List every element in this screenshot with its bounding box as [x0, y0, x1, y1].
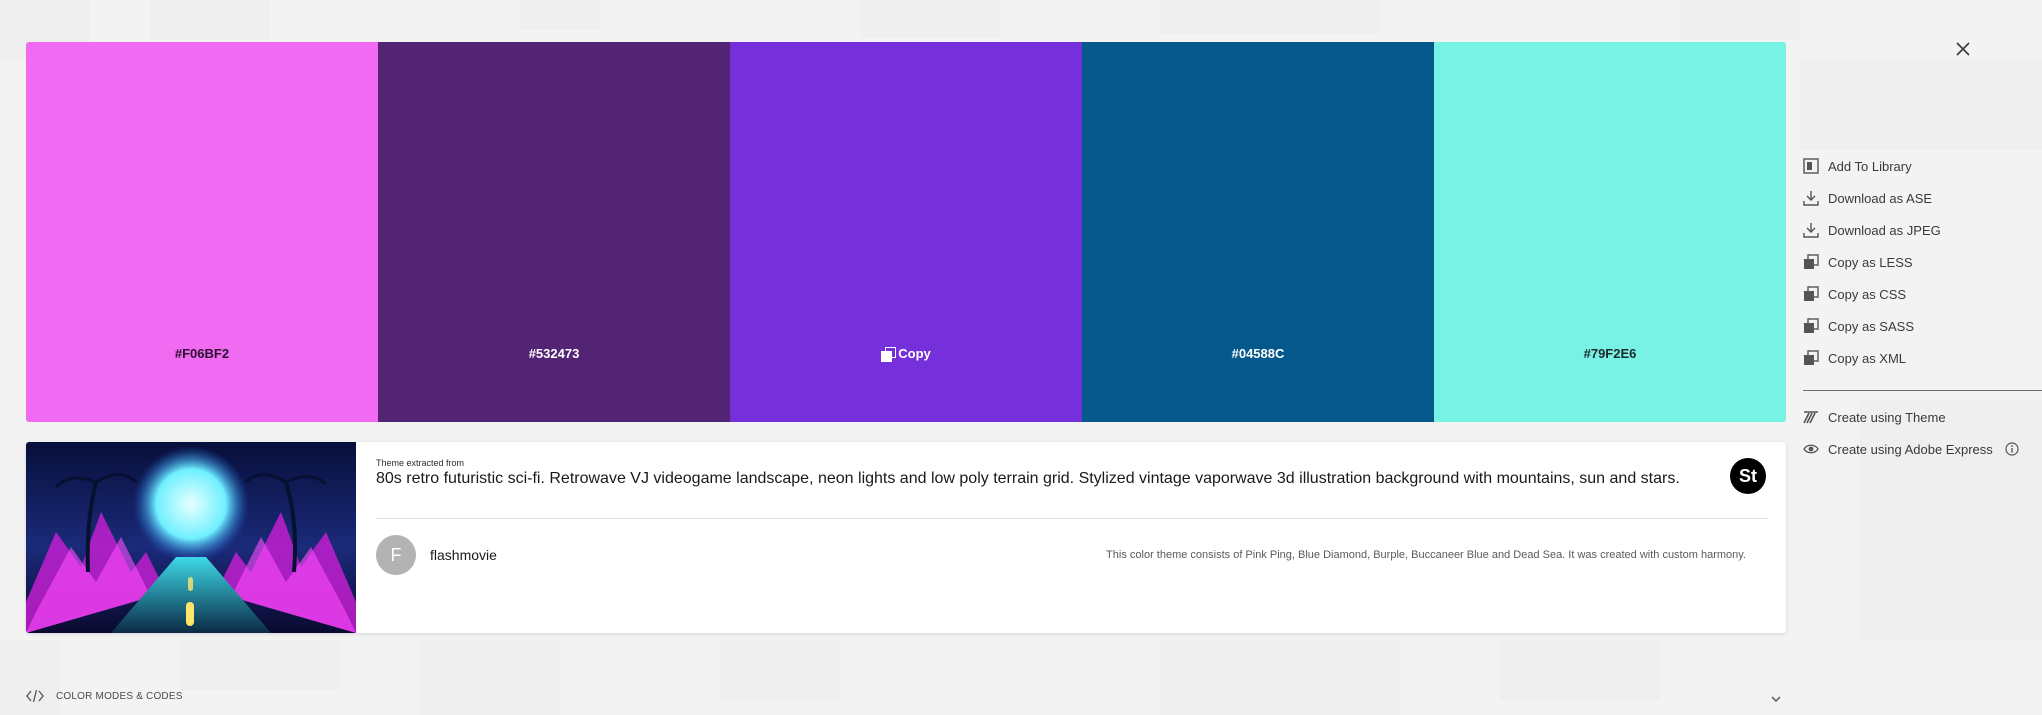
action-label: Copy as XML — [1828, 350, 1907, 366]
extracted-from-label: Theme extracted from — [376, 458, 465, 468]
actions-divider — [1803, 390, 2042, 391]
copy-icon — [1804, 254, 1819, 269]
adobe-stock-badge[interactable]: St — [1730, 458, 1766, 494]
action-label: Copy as LESS — [1828, 254, 1913, 270]
download-jpeg-button[interactable]: Download as JPEG — [1803, 214, 2042, 246]
copy-xml-button[interactable]: Copy as XML — [1803, 342, 2042, 374]
create-using-adobe-express-button[interactable]: Create using Adobe Express — [1803, 433, 2042, 465]
theme-source-card: Theme extracted from 80s retro futuristi… — [26, 442, 1786, 633]
swatch-2[interactable]: #532473 — [378, 42, 730, 422]
copy-sass-button[interactable]: Copy as SASS — [1803, 310, 2042, 342]
swatch-3[interactable]: Copy — [730, 42, 1082, 422]
copy-css-button[interactable]: Copy as CSS — [1803, 278, 2042, 310]
swatch-hex-label: #F06BF2 — [174, 346, 230, 361]
create-using-theme-button[interactable]: Create using Theme — [1803, 401, 2042, 433]
swatch-4[interactable]: #04588C — [1082, 42, 1434, 422]
close-icon — [1956, 42, 1970, 56]
color-modes-label: COLOR MODES & CODES — [56, 690, 183, 702]
theme-brush-icon — [1803, 411, 1818, 424]
swatch-5[interactable]: #79F2E6 — [1434, 42, 1786, 422]
swatch-1[interactable]: #F06BF2 — [26, 42, 378, 422]
eye-icon — [1803, 444, 1819, 454]
download-ase-button[interactable]: Download as ASE — [1803, 182, 2042, 214]
copy-icon — [881, 346, 897, 362]
download-icon — [1803, 191, 1819, 206]
swatch-hex-label: #04588C — [1231, 346, 1285, 361]
action-label: Create using Theme — [1828, 409, 1946, 425]
color-swatches: #F06BF2 #532473 Copy #04588C #79F2E6 — [26, 42, 1786, 422]
swatch-hex-label: #79F2E6 — [1583, 346, 1637, 361]
action-label: Copy as CSS — [1828, 286, 1907, 302]
action-label: Add To Library — [1828, 158, 1912, 174]
creator-username[interactable]: flashmovie — [430, 547, 497, 563]
action-label: Copy as SASS — [1828, 318, 1914, 334]
source-image-thumbnail[interactable] — [26, 442, 356, 633]
copy-icon — [1804, 318, 1819, 333]
copy-icon — [1804, 350, 1819, 365]
copy-label: Copy — [898, 346, 931, 361]
info-icon[interactable] — [2005, 442, 2019, 456]
action-label: Download as JPEG — [1828, 222, 1941, 238]
copy-hex-button[interactable]: Copy — [730, 346, 1082, 362]
action-label: Download as ASE — [1828, 190, 1933, 206]
library-icon — [1803, 158, 1819, 174]
close-button[interactable] — [1952, 38, 1974, 60]
color-modes-toggle[interactable]: COLOR MODES & CODES — [26, 689, 183, 703]
chevron-down-icon[interactable] — [1770, 693, 1782, 705]
theme-actions-menu: Add To Library Download as ASE Download … — [1803, 150, 2042, 465]
copy-less-button[interactable]: Copy as LESS — [1803, 246, 2042, 278]
theme-description: This color theme consists of Pink Ping, … — [1106, 549, 1746, 561]
copy-icon — [1804, 286, 1819, 301]
source-image-title: 80s retro futuristic sci-fi. Retrowave V… — [376, 470, 1680, 487]
download-icon — [1803, 223, 1819, 238]
avatar[interactable]: F — [376, 535, 416, 575]
action-label: Create using Adobe Express — [1828, 441, 1993, 457]
swatch-hex-label: #532473 — [528, 346, 580, 361]
card-divider — [376, 518, 1768, 519]
code-icon — [26, 689, 44, 703]
add-to-library-button[interactable]: Add To Library — [1803, 150, 2042, 182]
